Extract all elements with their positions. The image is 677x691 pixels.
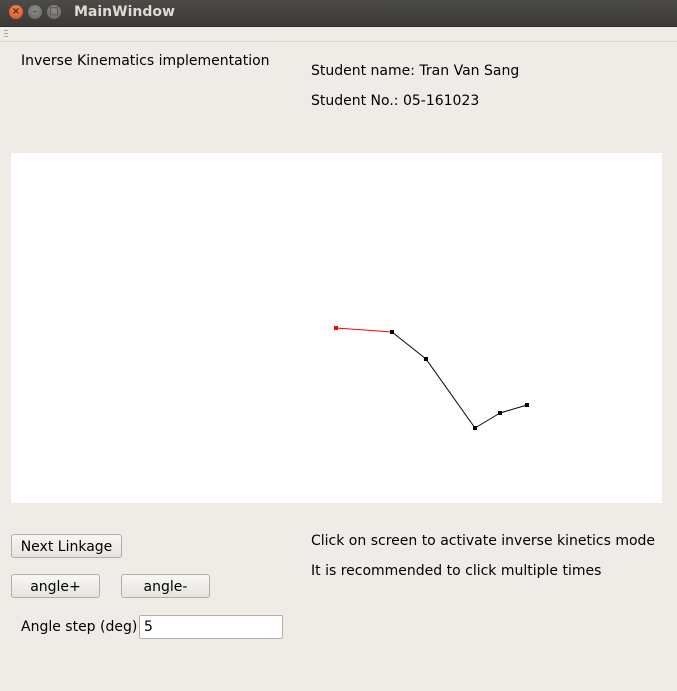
title-bar: × – □ MainWindow bbox=[0, 0, 677, 27]
angle-minus-button[interactable]: angle- bbox=[121, 574, 210, 598]
linkage-segment bbox=[425, 358, 476, 429]
angle-step-label: Angle step (deg) bbox=[21, 619, 138, 635]
student-name: Student name: Tran Van Sang bbox=[311, 63, 520, 79]
linkage-segment bbox=[335, 327, 393, 333]
linkage-segment bbox=[499, 404, 528, 414]
hint-line-2: It is recommended to click multiple time… bbox=[311, 563, 602, 579]
drawing-canvas[interactable] bbox=[11, 153, 662, 503]
maximize-icon[interactable]: □ bbox=[47, 5, 61, 19]
linkage-joint bbox=[498, 411, 502, 415]
linkage-drawing bbox=[334, 326, 529, 430]
app-heading: Inverse Kinematics implementation bbox=[21, 53, 270, 69]
next-linkage-button[interactable]: Next Linkage bbox=[11, 534, 122, 558]
linkage-segment bbox=[391, 331, 427, 360]
angle-step-input[interactable] bbox=[139, 615, 283, 639]
close-icon[interactable]: × bbox=[9, 5, 23, 19]
linkage-segment bbox=[474, 412, 501, 429]
linkage-joint bbox=[390, 330, 394, 334]
linkage-joint bbox=[473, 426, 477, 430]
menu-bar bbox=[0, 27, 677, 42]
hint-line-1: Click on screen to activate inverse kine… bbox=[311, 533, 656, 549]
student-number: Student No.: 05-161023 bbox=[311, 93, 480, 109]
linkage-joint bbox=[525, 403, 529, 407]
linkage-base-joint bbox=[334, 326, 338, 330]
window-title: MainWindow bbox=[74, 4, 175, 20]
minimize-icon[interactable]: – bbox=[28, 5, 42, 19]
angle-plus-button[interactable]: angle+ bbox=[11, 574, 100, 598]
linkage-joint bbox=[424, 357, 428, 361]
toolbar-grip-icon[interactable] bbox=[4, 30, 8, 38]
